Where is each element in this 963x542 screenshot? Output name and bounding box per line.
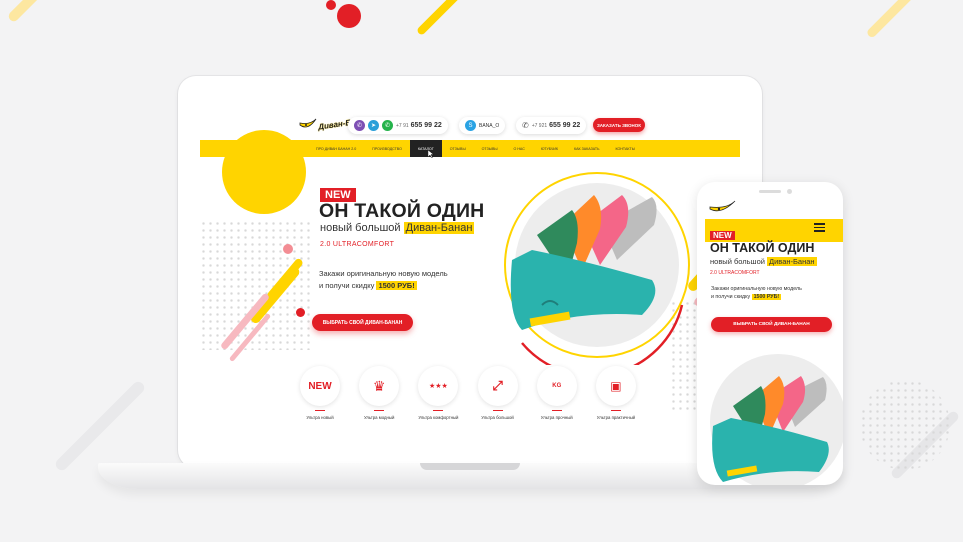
feature-item: KG Ультра прочный: [530, 366, 584, 420]
expand-icon: ⤢: [477, 366, 518, 406]
bg-stripe-decoration: [6, 0, 64, 24]
nav-item-how-to-order[interactable]: Как заказать: [566, 140, 607, 157]
phone-camera: [787, 189, 792, 194]
mobile-hero-title: ОН ТАКОЙ ОДИН: [710, 241, 815, 255]
nav-item-contacts[interactable]: Контакты: [607, 140, 642, 157]
nav-item-catalog[interactable]: Каталог: [409, 140, 442, 157]
product-image: [710, 354, 843, 485]
phone-contact[interactable]: ✆ +7 921 655 99 22: [516, 117, 587, 134]
mobile-website: NEW ОН ТАКОЙ ОДИН новый большой Диван-Ба…: [697, 182, 843, 485]
banana-logo-icon: [709, 200, 736, 212]
backpack-icon: ▣: [595, 366, 636, 406]
skype-name: BANA_O: [479, 122, 500, 129]
feature-item: ♛ Ультра модный: [352, 366, 406, 420]
nav-item-about-us[interactable]: О нас: [506, 140, 533, 157]
new-badge: NEW: [710, 231, 735, 240]
weight-icon: KG: [536, 366, 577, 406]
red-dot-decoration: [326, 0, 336, 10]
phone-speaker: [759, 190, 781, 193]
feature-item: ⤢ Ультра большой: [471, 366, 525, 420]
banana-logo-icon: [299, 118, 317, 128]
hero-tagline: 2.0 ULTRACOMFORT: [320, 241, 395, 248]
whatsapp-icon[interactable]: ✆: [382, 120, 393, 131]
mobile-choose-sofa-button[interactable]: ВЫБРАТЬ СВОЙ ДИВАН-БАНАН: [711, 317, 832, 332]
choose-sofa-button[interactable]: Выбрать свой Диван-Банан: [312, 314, 413, 331]
feature-item: NEW Ультра новый: [293, 366, 347, 420]
skype-contact[interactable]: S BANA_O: [459, 117, 506, 134]
nav-item-reviews-2[interactable]: Отзывы: [474, 140, 506, 157]
desktop-website: Диван-Банан ✆ ➤ ✆ +7 91 655 99 22 S BANA…: [200, 100, 740, 440]
phone-number-1[interactable]: +7 91 655 99 22: [396, 122, 442, 129]
cursor-icon: [428, 150, 434, 158]
hero-subtitle: новый большой Диван-Банан: [320, 222, 475, 234]
nav-item-about[interactable]: Про диван банан 2.0: [308, 140, 364, 157]
stars-icon: ★★★: [418, 366, 459, 406]
features-list: NEW Ультра новый ♛ Ультра модный ★★★ Уль…: [293, 366, 643, 420]
phone-icon: ✆: [522, 121, 529, 130]
main-nav: Про диван банан 2.0 Производство Каталог…: [308, 140, 643, 157]
dot-pattern-decoration: [860, 380, 950, 470]
new-icon: NEW: [300, 366, 340, 406]
feature-item: ★★★ Ультра комфортный: [411, 366, 465, 420]
product-image: [504, 172, 690, 365]
call-back-button[interactable]: Заказать звонок: [593, 118, 645, 132]
messenger-contacts: ✆ ➤ ✆ +7 91 655 99 22: [348, 117, 448, 134]
hero-offer: Закажи оригинальную новую модель и получ…: [319, 269, 448, 290]
mobile-hero-offer: Закажи оригинальную новую модель и получ…: [711, 286, 802, 300]
hamburger-menu-icon[interactable]: [814, 223, 825, 234]
red-dot-decoration: [283, 244, 293, 254]
bg-stripe-decoration: [415, 0, 465, 37]
laptop-notch: [420, 463, 520, 470]
viber-icon[interactable]: ✆: [354, 120, 365, 131]
feature-item: ▣ Ультра практичный: [589, 366, 643, 420]
hero-title: ОН ТАКОЙ ОДИН: [319, 200, 485, 222]
bg-stripe-decoration: [53, 379, 147, 473]
mobile-hero-tagline: 2.0 ULTRACOMFORT: [710, 270, 760, 276]
telegram-icon[interactable]: ➤: [368, 120, 379, 131]
bg-stripe-decoration: [865, 0, 915, 39]
nav-item-youtube[interactable]: Ютубчик: [533, 140, 566, 157]
crown-icon: ♛: [359, 366, 400, 406]
mobile-hero-subtitle: новый большой Диван-Банан: [710, 257, 817, 266]
red-dot-decoration: [296, 308, 305, 317]
nav-item-reviews[interactable]: Отзывы: [442, 140, 474, 157]
red-dot-decoration: [337, 4, 361, 28]
skype-icon: S: [465, 120, 476, 131]
nav-item-production[interactable]: Производство: [364, 140, 410, 157]
